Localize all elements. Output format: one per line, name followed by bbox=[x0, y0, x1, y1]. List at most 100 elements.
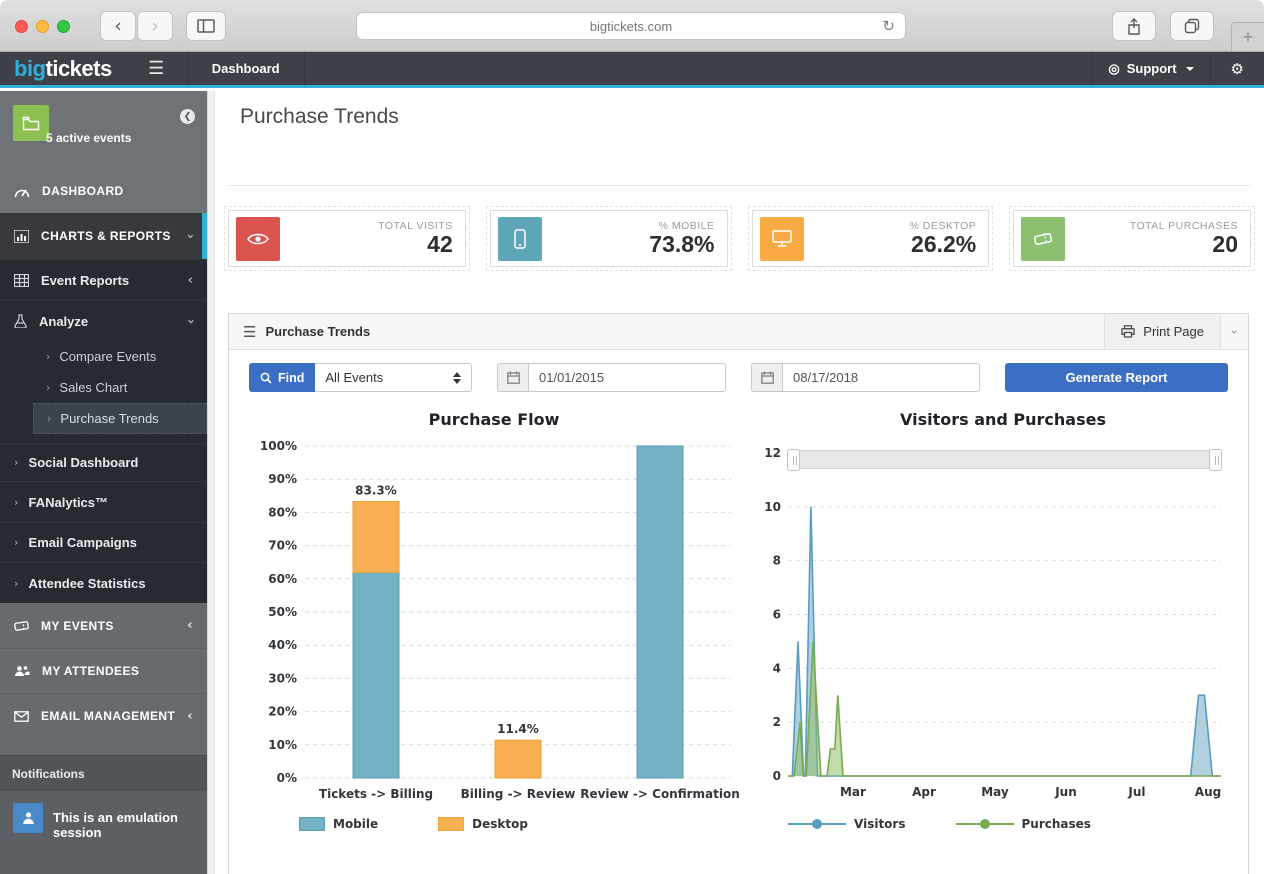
sidebar-item-attendee-statistics[interactable]: › Attendee Statistics bbox=[0, 562, 207, 603]
user-icon bbox=[22, 811, 35, 825]
panel-title: Purchase Trends bbox=[265, 324, 370, 339]
forward-button[interactable]: › bbox=[137, 11, 173, 41]
legend-line-swatch bbox=[788, 819, 846, 829]
sidebar-item-label: EMAIL MANAGEMENT bbox=[41, 709, 175, 723]
event-select[interactable]: All Events bbox=[315, 363, 472, 392]
legend-line-swatch bbox=[956, 819, 1014, 829]
print-page-button[interactable]: Print Page bbox=[1104, 314, 1220, 349]
sidebar-item-charts-reports[interactable]: CHARTS & REPORTS › bbox=[0, 213, 207, 259]
svg-text:Billing -> Review: Billing -> Review bbox=[461, 787, 576, 801]
sidebar-collapse-button[interactable]: ❮ bbox=[180, 109, 195, 124]
session-user-icon-box bbox=[13, 803, 43, 833]
svg-text:Aug: Aug bbox=[1195, 785, 1221, 799]
plus-icon: + bbox=[1243, 27, 1254, 48]
chevron-down-icon: › bbox=[184, 233, 197, 239]
sidebar-subitem-compare-events[interactable]: › Compare Events bbox=[33, 341, 207, 372]
forward-icon: › bbox=[151, 17, 159, 36]
legend-label: Visitors bbox=[854, 817, 906, 831]
date-from-input[interactable] bbox=[528, 363, 726, 392]
mobile-icon bbox=[498, 217, 542, 261]
sidebar-item-label: Compare Events bbox=[59, 349, 156, 364]
navbar-menu-toggle[interactable]: ☰ bbox=[126, 52, 188, 85]
minimize-window-button[interactable] bbox=[36, 20, 49, 33]
reload-icon[interactable]: ↻ bbox=[882, 17, 895, 35]
svg-text:0%: 0% bbox=[277, 771, 297, 785]
chevron-right-icon: › bbox=[46, 381, 50, 394]
chart-range-slider[interactable] bbox=[788, 450, 1221, 469]
sidebar-item-my-events[interactable]: MY EVENTS ‹ bbox=[0, 603, 207, 648]
support-menu[interactable]: ◎ Support bbox=[1091, 52, 1209, 85]
back-icon: ‹ bbox=[114, 17, 122, 36]
legend-item[interactable]: Desktop bbox=[438, 817, 528, 831]
find-button[interactable]: Find bbox=[249, 363, 315, 392]
stat-card-percent-desktop: % DESKTOP 26.2% bbox=[752, 210, 990, 267]
range-slider-right-handle[interactable] bbox=[1209, 449, 1222, 471]
table-icon bbox=[14, 274, 29, 287]
print-page-label: Print Page bbox=[1143, 324, 1204, 339]
legend-label: Purchases bbox=[1022, 817, 1091, 831]
sidebar-item-label: MY EVENTS bbox=[41, 619, 114, 633]
app-logo[interactable]: big tickets bbox=[0, 52, 126, 85]
purchase-flow-chart: Purchase Flow 0%10%20%30%40%50%60%70%80%… bbox=[249, 410, 739, 831]
calendar-icon bbox=[751, 363, 782, 392]
address-bar[interactable]: bigtickets.com ↻ bbox=[356, 12, 906, 40]
sidebar-toggle-button[interactable] bbox=[186, 11, 226, 41]
svg-text:11.4%: 11.4% bbox=[497, 722, 539, 736]
sidebar-item-event-reports[interactable]: Event Reports ‹ bbox=[0, 259, 207, 300]
legend-item[interactable]: Mobile bbox=[299, 817, 378, 831]
zoom-window-button[interactable] bbox=[57, 20, 70, 33]
svg-text:50%: 50% bbox=[268, 605, 297, 619]
sidebar-item-analyze[interactable]: Analyze › bbox=[0, 300, 207, 341]
select-arrows-icon bbox=[453, 372, 461, 384]
svg-text:40%: 40% bbox=[268, 638, 297, 652]
date-to-input[interactable] bbox=[782, 363, 980, 392]
sidebar-scrollbar[interactable] bbox=[207, 91, 215, 874]
active-events-label: 5 active events bbox=[46, 131, 131, 145]
caret-down-icon bbox=[1186, 67, 1194, 71]
sidebar-item-social-dashboard[interactable]: › Social Dashboard bbox=[0, 443, 207, 481]
date-from-group bbox=[497, 363, 726, 392]
sidebar-item-label: Sales Chart bbox=[59, 380, 127, 395]
sidebar-toggle-icon bbox=[197, 19, 215, 33]
sidebar-item-fanalytics[interactable]: › FANalytics™ bbox=[0, 481, 207, 522]
svg-text:70%: 70% bbox=[268, 539, 297, 553]
chart-title: Visitors and Purchases bbox=[763, 410, 1243, 434]
folder-icon bbox=[22, 116, 40, 131]
generate-report-button[interactable]: Generate Report bbox=[1005, 363, 1228, 392]
legend-item[interactable]: Purchases bbox=[956, 817, 1091, 831]
visitors-purchases-chart: Visitors and Purchases 024681012MarAprMa… bbox=[763, 410, 1243, 831]
envelope-icon bbox=[14, 711, 29, 722]
chevron-down-icon: › bbox=[184, 318, 197, 323]
active-events-icon[interactable] bbox=[13, 105, 49, 141]
stats-row: TOTAL VISITS 42 % MOBILE 73.8% bbox=[228, 210, 1251, 267]
close-window-button[interactable] bbox=[15, 20, 28, 33]
range-slider-left-handle[interactable] bbox=[787, 449, 800, 471]
svg-text:100%: 100% bbox=[260, 439, 297, 453]
notifications-header: Notifications bbox=[0, 755, 207, 791]
ticket-icon bbox=[1021, 217, 1065, 261]
svg-text:Apr: Apr bbox=[912, 785, 936, 799]
notification-text: This is an emulation session bbox=[53, 810, 207, 840]
share-button[interactable] bbox=[1112, 11, 1156, 41]
sidebar-item-my-attendees[interactable]: MY ATTENDEES bbox=[0, 648, 207, 693]
sidebar-subitem-purchase-trends[interactable]: › Purchase Trends bbox=[33, 403, 207, 434]
desktop-icon bbox=[760, 217, 804, 261]
sidebar-item-email-management[interactable]: EMAIL MANAGEMENT ‹ bbox=[0, 693, 207, 738]
sidebar-item-label: Social Dashboard bbox=[29, 455, 139, 470]
legend-item[interactable]: Visitors bbox=[788, 817, 906, 831]
navbar-item-dashboard[interactable]: Dashboard bbox=[188, 52, 305, 85]
legend-label: Mobile bbox=[333, 817, 378, 831]
visitors-purchases-legend: Visitors Purchases bbox=[788, 817, 1243, 831]
sidebar-item-dashboard[interactable]: DASHBOARD bbox=[0, 169, 207, 213]
sidebar-item-email-campaigns[interactable]: › Email Campaigns bbox=[0, 522, 207, 562]
tabs-overview-button[interactable] bbox=[1170, 11, 1214, 41]
event-select-value: All Events bbox=[325, 370, 383, 385]
sidebar-subitem-sales-chart[interactable]: › Sales Chart bbox=[33, 372, 207, 403]
new-tab-button[interactable]: + bbox=[1231, 22, 1264, 52]
panel-menu-icon[interactable]: ☰ bbox=[243, 323, 256, 341]
chevron-right-icon: › bbox=[46, 350, 50, 363]
purchase-trends-panel: ☰ Purchase Trends Print Page › bbox=[228, 313, 1249, 874]
panel-options-button[interactable]: › bbox=[1220, 314, 1248, 349]
back-button[interactable]: ‹ bbox=[100, 11, 136, 41]
settings-menu[interactable]: ⚙ bbox=[1210, 52, 1264, 85]
